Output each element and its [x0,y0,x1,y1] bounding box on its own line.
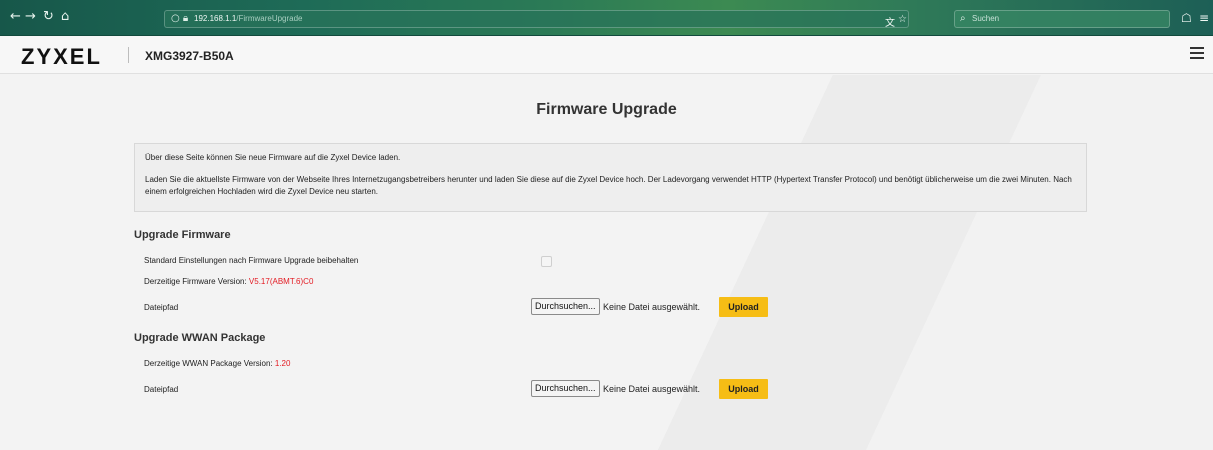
firmware-browse-button[interactable]: Durchsuchen... [531,298,600,315]
section-upgrade-firmware: Upgrade Firmware [134,229,231,241]
browser-toolbar: ← → ↻ ⌂ ○ 🔒︎ 192.168.1.1/FirmwareUpgrade… [0,0,1213,36]
firmware-upload-button[interactable]: Upload [719,297,768,317]
firmware-path-label: Dateipfad [144,303,179,312]
search-icon: ⌕ [960,13,966,24]
translate-icon[interactable]: 文 [885,14,895,29]
wwan-path-label: Dateipfad [144,385,179,394]
page-title: Firmware Upgrade [536,101,677,118]
hamburger-menu-icon[interactable] [1190,47,1204,59]
wwan-browse-button[interactable]: Durchsuchen... [531,380,600,397]
firmware-version-row: Derzeitige Firmware Version: V5.17(ABMT.… [144,277,313,286]
keep-settings-label: Standard Einstellungen nach Firmware Upg… [144,256,359,265]
header-divider [128,47,129,63]
browser-menu-icon[interactable]: ≡ [1199,11,1209,25]
info-line-1: Über diese Seite können Sie neue Firmwar… [145,153,401,162]
wwan-version-row: Derzeitige WWAN Package Version: 1.20 [144,359,290,368]
firmware-version-label: Derzeitige Firmware Version: [144,277,249,286]
reload-icon[interactable]: ↻ [43,10,54,24]
logo: ZYXEL [21,44,102,69]
account-icon[interactable]: ☖ [1181,11,1192,25]
device-model: XMG3927-B50A [145,49,234,63]
keep-settings-checkbox[interactable] [541,256,552,267]
main-content: Firmware Upgrade Über diese Seite können… [0,75,1213,450]
wwan-upload-button[interactable]: Upload [719,379,768,399]
home-icon[interactable]: ⌂ [61,10,69,24]
lock-icon: ○ 🔒︎ [171,13,189,24]
wwan-version-label: Derzeitige WWAN Package Version: [144,359,275,368]
app-header: ZYXEL XMG3927-B50A [0,36,1213,74]
search-input[interactable]: ⌕ Suchen [954,10,1170,28]
section-upgrade-wwan: Upgrade WWAN Package [134,332,266,344]
firmware-version-value: V5.17(ABMT.6)C0 [248,277,314,286]
info-line-2: Laden Sie die aktuellste Firmware von de… [145,175,1072,196]
back-arrow-icon[interactable]: ← [10,10,21,24]
address-bar[interactable]: ○ 🔒︎ 192.168.1.1/FirmwareUpgrade 文 ☆ [164,10,909,29]
url-path: /FirmwareUpgrade [236,14,303,23]
wwan-version-value: 1.20 [274,359,291,368]
wwan-no-file-text: Keine Datei ausgewählt. [603,384,701,394]
firmware-no-file-text: Keine Datei ausgewählt. [603,302,701,312]
info-box: Über diese Seite können Sie neue Firmwar… [134,143,1087,212]
url-host: 192.168.1.1 [194,14,237,23]
url-text: 192.168.1.1/FirmwareUpgrade [194,14,303,23]
forward-arrow-icon[interactable]: → [25,10,36,24]
star-icon[interactable]: ☆ [898,14,907,25]
search-placeholder: Suchen [972,14,1000,23]
